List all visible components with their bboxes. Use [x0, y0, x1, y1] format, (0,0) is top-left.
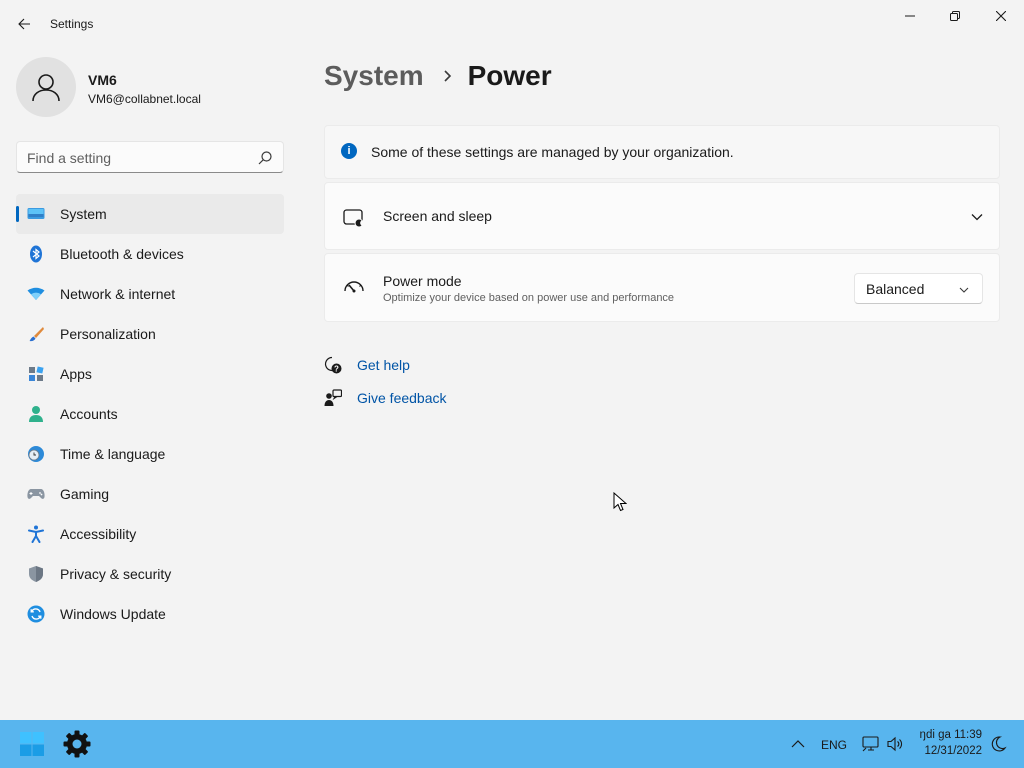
get-help-link[interactable]: Get help	[357, 357, 410, 373]
sidebar-item-label: Bluetooth & devices	[60, 246, 184, 262]
settings-window: Settings VM6 VM6@collabnet.local Find a …	[0, 0, 1024, 720]
accounts-icon	[26, 404, 46, 424]
sidebar-item-label: System	[60, 206, 107, 222]
close-button[interactable]	[978, 0, 1024, 32]
sidebar-item-time-language[interactable]: Time & language	[16, 434, 284, 474]
sidebar-item-system[interactable]: System	[16, 194, 284, 234]
system-icon	[26, 204, 46, 224]
sidebar-item-label: Gaming	[60, 486, 110, 502]
user-email: VM6@collabnet.local	[88, 92, 201, 106]
apps-icon	[26, 364, 46, 384]
sidebar-item-label: Personalization	[60, 326, 156, 342]
power-mode-title: Power mode	[383, 273, 462, 289]
sidebar-item-personalization[interactable]: Personalization	[16, 314, 284, 354]
app-title: Settings	[50, 17, 94, 31]
brush-icon	[26, 324, 46, 344]
restore-icon	[950, 11, 960, 21]
power-mode-dropdown[interactable]: Balanced	[854, 273, 983, 304]
chevron-down-icon[interactable]	[969, 209, 985, 225]
focus-assist-moon-icon[interactable]	[989, 735, 1007, 753]
back-arrow-icon	[18, 18, 30, 30]
power-mode-card: Power mode Optimize your device based on…	[324, 253, 1000, 322]
managed-info-bar: i Some of these settings are managed by …	[324, 125, 1000, 179]
search-input[interactable]	[27, 148, 247, 168]
give-feedback-row[interactable]: Give feedback	[324, 388, 447, 408]
accessibility-icon	[26, 524, 46, 544]
back-button[interactable]	[10, 10, 38, 38]
sidebar-item-label: Network & internet	[60, 286, 176, 302]
chevron-right-icon	[444, 70, 451, 82]
sidebar-nav: System Bluetooth & devices Network & int…	[16, 194, 284, 634]
breadcrumb-parent[interactable]: System	[324, 60, 424, 92]
speedometer-icon	[344, 281, 364, 293]
sidebar-item-label: Windows Update	[60, 606, 166, 622]
minimize-button[interactable]	[887, 0, 933, 32]
windows-start-icon[interactable]	[19, 731, 45, 757]
mouse-cursor-icon	[613, 492, 627, 512]
sidebar-item-apps[interactable]: Apps	[16, 354, 284, 394]
sidebar-item-windows-update[interactable]: Windows Update	[16, 594, 284, 634]
breadcrumb: System Power	[324, 58, 552, 94]
sidebar-item-bluetooth[interactable]: Bluetooth & devices	[16, 234, 284, 274]
sidebar-item-label: Accessibility	[60, 526, 137, 542]
sidebar-item-label: Privacy & security	[60, 566, 172, 582]
shield-icon	[26, 564, 46, 584]
person-icon	[32, 74, 60, 102]
get-help-row[interactable]: ? Get help	[324, 355, 410, 375]
power-mode-value: Balanced	[866, 281, 925, 297]
volume-icon[interactable]	[886, 735, 904, 753]
screen-sleep-title: Screen and sleep	[383, 208, 492, 224]
wifi-icon	[26, 284, 46, 304]
minimize-icon	[905, 15, 915, 17]
page-title: Power	[467, 60, 552, 91]
clock-date[interactable]: 12/31/2022	[912, 745, 982, 757]
search-box	[16, 141, 284, 173]
svg-text:?: ?	[334, 365, 339, 374]
chevron-down-icon	[959, 287, 969, 293]
user-name: VM6	[88, 72, 117, 88]
maximize-button[interactable]	[932, 0, 978, 32]
help-icon: ?	[324, 356, 342, 374]
sidebar-item-label: Time & language	[60, 446, 166, 462]
sidebar-item-label: Accounts	[60, 406, 118, 422]
search-icon[interactable]	[257, 150, 273, 166]
close-icon	[996, 11, 1006, 21]
gamepad-icon	[26, 484, 46, 504]
screen-sleep-card[interactable]: Screen and sleep	[324, 182, 1000, 250]
clock-time[interactable]: ŋdi ga 11:39	[912, 729, 982, 741]
network-icon[interactable]	[862, 735, 880, 753]
language-indicator[interactable]: ENG	[821, 738, 847, 752]
give-feedback-link[interactable]: Give feedback	[357, 390, 447, 406]
settings-gear-icon[interactable]	[62, 729, 92, 759]
power-mode-description: Optimize your device based on power use …	[383, 292, 675, 304]
chevron-up-icon[interactable]	[790, 736, 806, 752]
info-icon: i	[341, 143, 357, 159]
clock-globe-icon	[26, 444, 46, 464]
info-message: Some of these settings are managed by yo…	[371, 144, 734, 160]
title-bar: Settings	[0, 0, 1024, 48]
avatar[interactable]	[16, 57, 76, 117]
sidebar-item-accounts[interactable]: Accounts	[16, 394, 284, 434]
sidebar-item-network[interactable]: Network & internet	[16, 274, 284, 314]
bluetooth-icon	[26, 244, 46, 264]
sidebar-item-accessibility[interactable]: Accessibility	[16, 514, 284, 554]
sidebar-item-label: Apps	[60, 366, 92, 382]
update-icon	[26, 604, 46, 624]
sidebar-item-privacy[interactable]: Privacy & security	[16, 554, 284, 594]
screen-sleep-icon	[343, 209, 364, 228]
feedback-icon	[324, 389, 342, 406]
sidebar-item-gaming[interactable]: Gaming	[16, 474, 284, 514]
